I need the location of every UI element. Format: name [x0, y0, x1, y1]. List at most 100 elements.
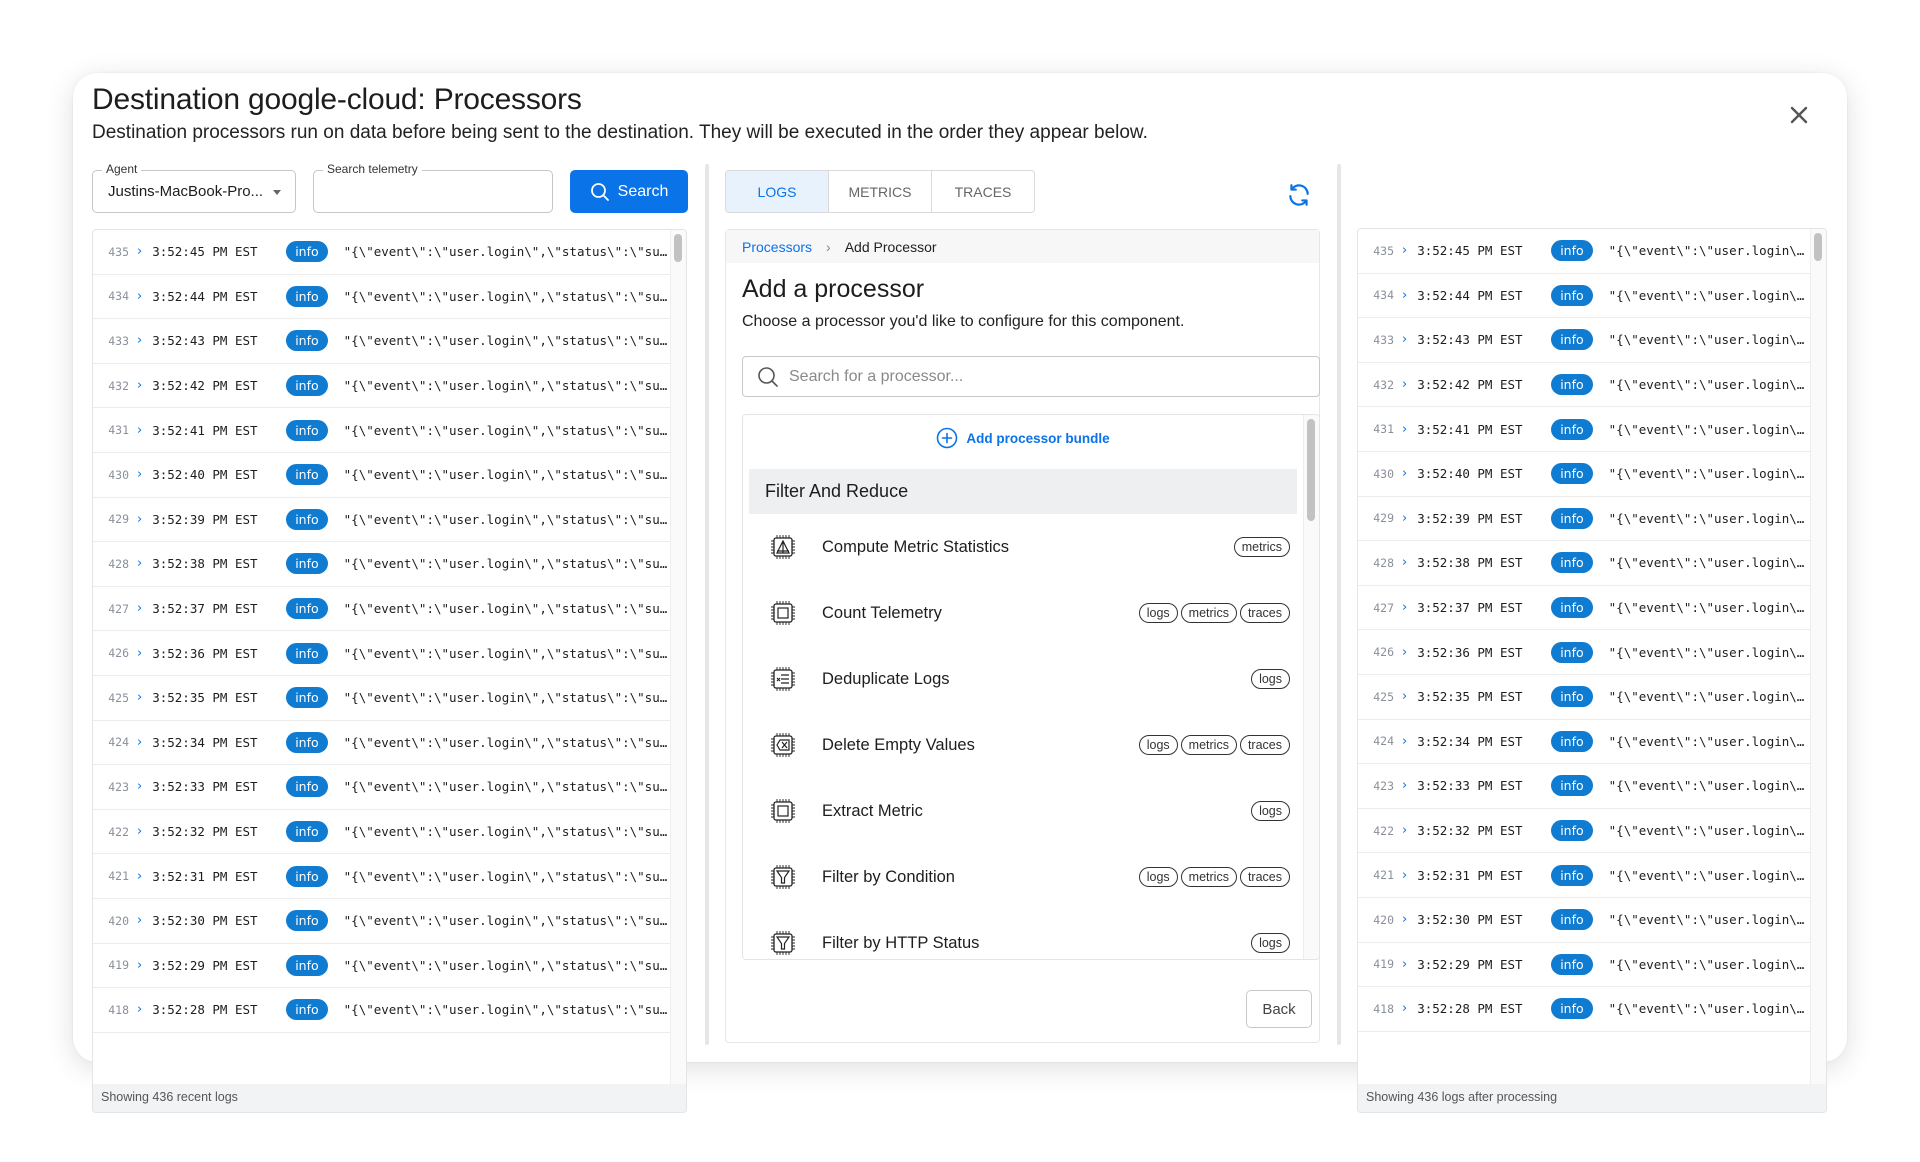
log-row[interactable]: 432 › 3:52:42 PM EST info "{\"event\":\"user… — [1358, 363, 1810, 408]
expand-chevron-icon[interactable]: › — [137, 690, 142, 705]
log-row[interactable]: 435 › 3:52:45 PM EST info "{\"event\":\"user… — [93, 230, 670, 275]
expand-chevron-icon[interactable]: › — [1402, 734, 1407, 749]
log-row[interactable]: 433 › 3:52:43 PM EST info "{\"event\":\"user… — [93, 319, 670, 364]
expand-chevron-icon[interactable]: › — [137, 556, 142, 571]
tab-metrics[interactable]: METRICS — [829, 171, 932, 212]
expand-chevron-icon[interactable]: › — [1402, 778, 1407, 793]
expand-chevron-icon[interactable]: › — [1402, 868, 1407, 883]
log-row[interactable]: 434 › 3:52:44 PM EST info "{\"event\":\"user… — [93, 275, 670, 320]
expand-chevron-icon[interactable]: › — [1402, 466, 1407, 481]
expand-chevron-icon[interactable]: › — [1402, 511, 1407, 526]
expand-chevron-icon[interactable]: › — [137, 423, 142, 438]
expand-chevron-icon[interactable]: › — [137, 779, 142, 794]
expand-chevron-icon[interactable]: › — [1402, 243, 1407, 258]
log-row[interactable]: 428 › 3:52:38 PM EST info "{\"event\":\"user… — [93, 542, 670, 587]
log-row[interactable]: 422 › 3:52:32 PM EST info "{\"event\":\"user… — [93, 810, 670, 855]
log-row[interactable]: 425 › 3:52:35 PM EST info "{\"event\":\"user… — [93, 676, 670, 721]
log-row[interactable]: 424 › 3:52:34 PM EST info "{\"event\":\"user… — [1358, 720, 1810, 765]
expand-chevron-icon[interactable]: › — [1402, 422, 1407, 437]
log-row[interactable]: 423 › 3:52:33 PM EST info "{\"event\":\"user… — [1358, 764, 1810, 809]
expand-chevron-icon[interactable]: › — [137, 824, 142, 839]
expand-chevron-icon[interactable]: › — [1402, 823, 1407, 838]
expand-chevron-icon[interactable]: › — [137, 289, 142, 304]
expand-chevron-icon[interactable]: › — [137, 244, 142, 259]
expand-chevron-icon[interactable]: › — [137, 958, 142, 973]
processor-item[interactable]: Deduplicate Logs logs — [743, 646, 1303, 712]
log-row[interactable]: 422 › 3:52:32 PM EST info "{\"event\":\"user… — [1358, 809, 1810, 854]
log-row[interactable]: 421 › 3:52:31 PM EST info "{\"event\":\"user… — [93, 854, 670, 899]
processor-item[interactable]: Compute Metric Statistics metrics — [743, 514, 1303, 580]
log-row[interactable]: 419 › 3:52:29 PM EST info "{\"event\":\"user… — [1358, 943, 1810, 988]
scrollbar-track[interactable] — [1810, 229, 1826, 1084]
expand-chevron-icon[interactable]: › — [137, 913, 142, 928]
expand-chevron-icon[interactable]: › — [1402, 1001, 1407, 1016]
expand-chevron-icon[interactable]: › — [1402, 288, 1407, 303]
log-row[interactable]: 429 › 3:52:39 PM EST info "{\"event\":\"user… — [93, 498, 670, 543]
log-row[interactable]: 430 › 3:52:40 PM EST info "{\"event\":\"user… — [93, 453, 670, 498]
add-processor-bundle-button[interactable]: Add processor bundle — [743, 427, 1303, 449]
processor-item[interactable]: Count Telemetry logs metrics traces — [743, 580, 1303, 646]
processor-item[interactable]: Filter by Condition logs metrics traces — [743, 844, 1303, 910]
refresh-button[interactable] — [1286, 182, 1312, 208]
log-message: "{\"event\":\"user.login\… — [1608, 912, 1805, 928]
expand-chevron-icon[interactable]: › — [137, 378, 142, 393]
log-row[interactable]: 418 › 3:52:28 PM EST info "{\"event\":\"user… — [93, 988, 670, 1033]
scrollbar-track[interactable] — [670, 230, 686, 1084]
log-row[interactable]: 427 › 3:52:37 PM EST info "{\"event\":\"user… — [1358, 586, 1810, 631]
log-row[interactable]: 431 › 3:52:41 PM EST info "{\"event\":\"user… — [93, 408, 670, 453]
expand-chevron-icon[interactable]: › — [1402, 332, 1407, 347]
expand-chevron-icon[interactable]: › — [137, 1002, 142, 1017]
log-row[interactable]: 434 › 3:52:44 PM EST info "{\"event\":\"user… — [1358, 274, 1810, 319]
scrollbar-thumb[interactable] — [674, 234, 682, 262]
processor-item[interactable]: Delete Empty Values logs metrics traces — [743, 712, 1303, 778]
log-row[interactable]: 419 › 3:52:29 PM EST info "{\"event\":\"user… — [93, 944, 670, 989]
expand-chevron-icon[interactable]: › — [137, 467, 142, 482]
search-telemetry-field[interactable]: Search telemetry — [313, 162, 553, 213]
processor-search-field[interactable] — [742, 356, 1320, 397]
log-message: "{\"event\":\"user.login\… — [1608, 823, 1805, 839]
log-row[interactable]: 420 › 3:52:30 PM EST info "{\"event\":\"user… — [1358, 898, 1810, 943]
expand-chevron-icon[interactable]: › — [137, 646, 142, 661]
tab-traces[interactable]: TRACES — [932, 171, 1034, 212]
processor-search-input[interactable] — [789, 367, 1289, 386]
tab-logs[interactable]: LOGS — [726, 171, 829, 212]
processor-item[interactable]: Extract Metric logs — [743, 778, 1303, 844]
expand-chevron-icon[interactable]: › — [1402, 645, 1407, 660]
expand-chevron-icon[interactable]: › — [1402, 377, 1407, 392]
expand-chevron-icon[interactable]: › — [1402, 555, 1407, 570]
log-row[interactable]: 429 › 3:52:39 PM EST info "{\"event\":\"user… — [1358, 497, 1810, 542]
log-row[interactable]: 435 › 3:52:45 PM EST info "{\"event\":\"user… — [1358, 229, 1810, 274]
processor-item[interactable]: Filter by HTTP Status logs — [743, 910, 1303, 959]
agent-select[interactable]: Agent Justins-MacBook-Pro... — [92, 162, 296, 213]
breadcrumb-processors[interactable]: Processors — [742, 239, 812, 255]
search-button[interactable]: Search — [570, 170, 688, 213]
expand-chevron-icon[interactable]: › — [137, 735, 142, 750]
log-row[interactable]: 430 › 3:52:40 PM EST info "{\"event\":\"user… — [1358, 452, 1810, 497]
scrollbar-thumb[interactable] — [1307, 419, 1315, 521]
log-row[interactable]: 426 › 3:52:36 PM EST info "{\"event\":\"user… — [1358, 630, 1810, 675]
expand-chevron-icon[interactable]: › — [1402, 957, 1407, 972]
scrollbar-thumb[interactable] — [1814, 233, 1822, 261]
log-row[interactable]: 432 › 3:52:42 PM EST info "{\"event\":\"user… — [93, 364, 670, 409]
expand-chevron-icon[interactable]: › — [137, 333, 142, 348]
log-row[interactable]: 431 › 3:52:41 PM EST info "{\"event\":\"user… — [1358, 407, 1810, 452]
expand-chevron-icon[interactable]: › — [137, 869, 142, 884]
scrollbar-track[interactable] — [1303, 415, 1319, 959]
log-row[interactable]: 426 › 3:52:36 PM EST info "{\"event\":\"user… — [93, 631, 670, 676]
log-row[interactable]: 420 › 3:52:30 PM EST info "{\"event\":\"user… — [93, 899, 670, 944]
back-button[interactable]: Back — [1246, 990, 1312, 1028]
expand-chevron-icon[interactable]: › — [1402, 689, 1407, 704]
log-row[interactable]: 425 › 3:52:35 PM EST info "{\"event\":\"user… — [1358, 675, 1810, 720]
log-row[interactable]: 418 › 3:52:28 PM EST info "{\"event\":\"user… — [1358, 987, 1810, 1032]
expand-chevron-icon[interactable]: › — [137, 601, 142, 616]
expand-chevron-icon[interactable]: › — [137, 512, 142, 527]
log-row[interactable]: 428 › 3:52:38 PM EST info "{\"event\":\"user… — [1358, 541, 1810, 586]
log-row[interactable]: 433 › 3:52:43 PM EST info "{\"event\":\"user… — [1358, 318, 1810, 363]
expand-chevron-icon[interactable]: › — [1402, 600, 1407, 615]
close-button[interactable] — [1785, 101, 1813, 129]
log-row[interactable]: 424 › 3:52:34 PM EST info "{\"event\":\"user… — [93, 721, 670, 766]
log-row[interactable]: 421 › 3:52:31 PM EST info "{\"event\":\"user… — [1358, 853, 1810, 898]
expand-chevron-icon[interactable]: › — [1402, 912, 1407, 927]
log-row[interactable]: 423 › 3:52:33 PM EST info "{\"event\":\"user… — [93, 765, 670, 810]
log-row[interactable]: 427 › 3:52:37 PM EST info "{\"event\":\"user… — [93, 587, 670, 632]
